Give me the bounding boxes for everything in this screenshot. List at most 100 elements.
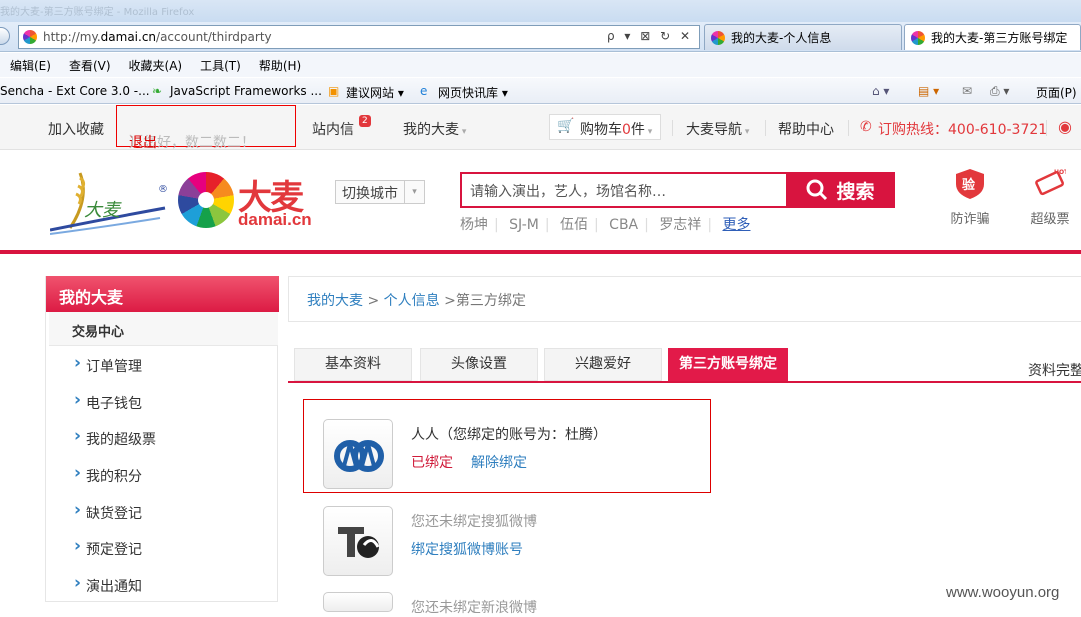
weibo-icon[interactable]: ◉ [1058, 117, 1072, 136]
hot-word[interactable]: 罗志祥 [659, 217, 701, 233]
super-ticket-label: 超级票 [1030, 212, 1070, 227]
anti-fraud-label: 防诈骗 [950, 212, 990, 227]
address-controls[interactable]: ρ ▾ ⊠ ↻ ✕ [607, 29, 693, 43]
binding-name: 您还未绑定新浪微博 [411, 600, 537, 616]
my-damai-link[interactable]: 我的大麦 ▾ [403, 119, 466, 139]
address-url[interactable]: http://my.damai.cn/account/thirdparty [43, 30, 272, 44]
window-titlebar: 我的大麦-第三方账号绑定 - Mozilla Firefox [0, 0, 1081, 22]
mail-icon[interactable]: ✉ [962, 84, 972, 98]
browser-nav-row: http://my.damai.cn/account/thirdparty ρ … [0, 22, 1081, 52]
cart-label: 购物车0件 ▾ [580, 122, 653, 138]
tab-favicon-icon [911, 30, 925, 45]
hot-word[interactable]: SJ-M [509, 217, 539, 233]
menu-favorites[interactable]: 收藏夹(A) [129, 57, 183, 74]
anti-fraud-link[interactable]: 验 防诈骗 [945, 168, 995, 227]
site-top-nav: 加入收藏 〔您好，数二数二！ 退出〕 站内信 2 我的大麦 ▾ 🛒 购物车0件 ▾… [0, 105, 1081, 151]
tab-basic-info[interactable]: 基本资料 [294, 348, 412, 381]
menu-view[interactable]: 查看(V) [69, 57, 111, 74]
browser-tab-thirdparty[interactable]: 我的大麦-第三方账号绑定 [904, 24, 1081, 50]
tab-interests[interactable]: 兴趣爱好 [544, 348, 662, 381]
damai-wheat-logo-icon[interactable]: 大麦 [50, 168, 170, 238]
browser-menubar: 编辑(E) 查看(V) 收藏夹(A) 工具(T) 帮助(H) [0, 53, 1081, 77]
menu-tools[interactable]: 工具(T) [200, 57, 241, 74]
sidebar-group-trade-center: 交易中心 [49, 312, 278, 346]
sidebar-item-wallet[interactable]: 电子钱包 [74, 390, 142, 413]
browser-tab-personal-info[interactable]: 我的大麦-个人信息 [704, 24, 902, 50]
hot-search-words: 杨坤 | SJ-M | 伍佰 | CBA | 罗志祥 | 更多 [460, 217, 751, 233]
hot-word[interactable]: 伍佰 [560, 217, 588, 233]
profile-tabs: 基本资料 头像设置 兴趣爱好 第三方账号绑定 [288, 348, 1081, 383]
tab-avatar[interactable]: 头像设置 [420, 348, 538, 381]
site-header: 大麦 ® 大麦 damai.cn 切换城市 ▾ 请输入演出，艺人，场馆名称… 搜… [0, 150, 1081, 254]
city-switch[interactable]: 切换城市 ▾ [335, 180, 425, 204]
brand-name-en[interactable]: damai.cn [238, 210, 312, 230]
sidebar-item-orders[interactable]: 订单管理 [74, 353, 142, 376]
home-icon[interactable]: ⌂ ▾ [872, 84, 889, 98]
sidebar-item-show-notice[interactable]: 演出通知 [74, 573, 142, 596]
hot-word[interactable]: CBA [609, 217, 638, 233]
tab-favicon-icon [711, 30, 725, 45]
menu-edit[interactable]: 编辑(E) [10, 57, 51, 74]
hotline-text: 订购热线：400-610-3721 [878, 122, 1048, 138]
favorite-js-frameworks[interactable]: JavaScript Frameworks ... [170, 84, 322, 98]
unbind-link[interactable]: 解除绑定 [471, 455, 527, 471]
renren-logo-icon [323, 419, 393, 489]
damai-flower-logo-icon[interactable] [178, 172, 234, 228]
sidebar-item-points[interactable]: 我的积分 [74, 463, 142, 486]
binding-name: 您还未绑定搜狐微博 [411, 514, 537, 530]
ie-icon: e [420, 84, 428, 98]
sohu-weibo-logo-icon [323, 506, 393, 576]
search-icon [806, 179, 828, 201]
search-button-label: 搜索 [836, 180, 875, 203]
binding-name: 人人（您绑定的账号为：杜腾） [411, 427, 607, 443]
bind-sohu-link[interactable]: 绑定搜狐微博账号 [411, 539, 523, 559]
favorite-sencha[interactable]: Sencha - Ext Core 3.0 -... [0, 84, 150, 98]
divider [672, 120, 673, 136]
favorites-bar: Sencha - Ext Core 3.0 -... ❧ JavaScript … [0, 78, 1081, 104]
sidebar-item-super-tickets[interactable]: 我的超级票 [74, 426, 156, 449]
divider [1046, 120, 1047, 136]
cart-icon: 🛒 [557, 118, 575, 134]
add-favorite-link[interactable]: 加入收藏 [48, 119, 104, 139]
shield-verify-icon: 验 [956, 169, 984, 199]
feeds-icon[interactable]: ▤ ▾ [918, 84, 939, 98]
svg-text:验: 验 [962, 177, 976, 193]
breadcrumb-personal-info[interactable]: 个人信息 [384, 293, 440, 309]
svg-text:HOT: HOT [1054, 169, 1066, 176]
back-button[interactable] [0, 27, 10, 45]
help-center-link[interactable]: 帮助中心 [778, 119, 834, 139]
messages-link[interactable]: 站内信 [312, 119, 354, 139]
sidebar-title[interactable]: 我的大麦 [46, 276, 279, 312]
breadcrumb-current: >第三方绑定 [439, 293, 526, 309]
suggested-sites-icon: ▣ [328, 84, 340, 98]
tab-label: 我的大麦-第三方账号绑定 [931, 31, 1068, 45]
tab-third-party-binding[interactable]: 第三方账号绑定 [668, 348, 788, 381]
site-nav-link[interactable]: 大麦导航 ▾ [686, 119, 749, 139]
registered-mark: ® [158, 184, 168, 195]
search-input[interactable]: 请输入演出，艺人，场馆名称… [460, 172, 786, 208]
super-ticket-link[interactable]: HOT 超级票 [1025, 168, 1075, 227]
svg-text:大麦: 大麦 [84, 200, 122, 221]
print-icon[interactable]: ⎙ ▾ [990, 84, 1009, 99]
sina-weibo-logo-icon [323, 592, 393, 612]
search-button[interactable]: 搜索 [786, 172, 895, 208]
sidebar-item-stockout[interactable]: 缺货登记 [74, 500, 142, 523]
chevron-down-icon: ▾ [404, 181, 424, 203]
favorite-web-slices[interactable]: 网页快讯库 ▾ [438, 84, 508, 101]
address-bar[interactable]: http://my.damai.cn/account/thirdparty ρ … [18, 25, 700, 49]
hot-word[interactable]: 杨坤 [460, 217, 488, 233]
leaf-icon: ❧ [152, 84, 163, 98]
greeting-highlight: 〔您好，数二数二！ 退出〕 [116, 105, 296, 151]
page-menu[interactable]: 页面(P) [1036, 84, 1077, 101]
hot-ticket-icon: HOT [1035, 169, 1066, 196]
menu-help[interactable]: 帮助(H) [259, 57, 301, 74]
sidebar-item-reservation[interactable]: 预定登记 [74, 536, 142, 559]
sidebar: 我的大麦 交易中心 订单管理 电子钱包 我的超级票 我的积分 缺货登记 预定登记… [45, 276, 279, 602]
favorite-suggested-sites[interactable]: 建议网站 ▾ [346, 84, 404, 101]
messages-count-badge: 2 [359, 115, 371, 127]
breadcrumb: 我的大麦 > 个人信息 >第三方绑定 [288, 276, 1081, 322]
cart-button[interactable]: 🛒 购物车0件 ▾ [549, 114, 661, 140]
breadcrumb-root[interactable]: 我的大麦 [307, 293, 363, 309]
more-link[interactable]: 更多 [722, 217, 750, 233]
divider [848, 120, 849, 136]
